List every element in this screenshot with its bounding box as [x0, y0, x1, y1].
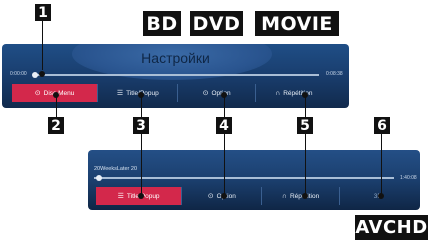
callout-1-line: [42, 21, 43, 70]
option-icon: ⊙: [207, 193, 214, 200]
screen-title: Настройки: [141, 50, 210, 66]
callout-3-dot-bottom: [138, 193, 144, 199]
list-icon: ☰: [117, 193, 124, 200]
callout-3-line-bottom: [141, 134, 142, 194]
avchd-menu-screen: 20WeeksLater 20 1:40:08 ☰ Title/Popup ⊙ …: [88, 150, 420, 210]
option-icon: ⊙: [202, 90, 209, 97]
callout-2-dot: [53, 92, 59, 98]
disc-menu-screen: Настройки 0:00:00 0:08:38 ⊙ Disc Menu ☰ …: [2, 44, 349, 108]
callout-6-line: [381, 134, 382, 194]
callout-6: 6: [374, 117, 390, 134]
callout-5-line-top: [305, 95, 306, 117]
callout-6-dot: [378, 193, 384, 199]
callout-2: 2: [48, 117, 64, 134]
progress-knob-2[interactable]: [96, 175, 102, 181]
callout-5: 5: [297, 117, 313, 134]
callout-4-line-top: [224, 95, 225, 117]
callout-4-dot-top: [221, 92, 227, 98]
repeat-icon: ∩: [281, 192, 287, 200]
progress-knob[interactable]: [32, 72, 38, 78]
dvd-badge: DVD: [190, 11, 243, 36]
menu-bar-2: ☰ Title/Popup ⊙ Option ∩ Répétition 3D: [96, 187, 416, 205]
progress-bar-2[interactable]: [94, 177, 394, 179]
callout-1: 1: [35, 4, 51, 21]
bd-badge: BD: [143, 11, 181, 36]
callout-4-dot-bottom: [221, 193, 227, 199]
callout-5-dot-bottom: [302, 193, 308, 199]
repeat-button[interactable]: ∩ Répétition: [256, 84, 332, 102]
callout-3: 3: [133, 117, 149, 134]
file-name: 20WeeksLater 20: [94, 166, 138, 172]
callout-1-dot: [39, 71, 45, 77]
callout-5-dot-top: [302, 92, 308, 98]
menu-bar: ⊙ Disc Menu ☰ Title/Popup ⊙ Option ∩ Rép…: [12, 84, 332, 102]
list-icon: ☰: [116, 90, 124, 97]
callout-4: 4: [216, 117, 232, 134]
avchd-badge: AVCHD: [355, 215, 428, 240]
option-button[interactable]: ⊙ Option: [178, 84, 256, 102]
time-start: 0:00:00: [10, 71, 27, 77]
callout-4-line-bottom: [224, 134, 225, 194]
progress-bar[interactable]: [34, 74, 319, 76]
movie-badge: MOVIE: [255, 11, 339, 36]
disc-menu-label: Disc Menu: [43, 89, 75, 97]
time-end: 0:08:38: [326, 71, 343, 77]
callout-3-line-top: [141, 95, 142, 117]
disc-icon: ⊙: [34, 90, 41, 97]
callout-3-dot-top: [138, 92, 144, 98]
callout-2-line: [56, 95, 57, 117]
repeat-icon: ∩: [275, 89, 281, 97]
time-end-2: 1:40:08: [400, 175, 417, 181]
repeat-label: Répétition: [283, 89, 313, 97]
callout-5-line-bottom: [305, 134, 306, 194]
